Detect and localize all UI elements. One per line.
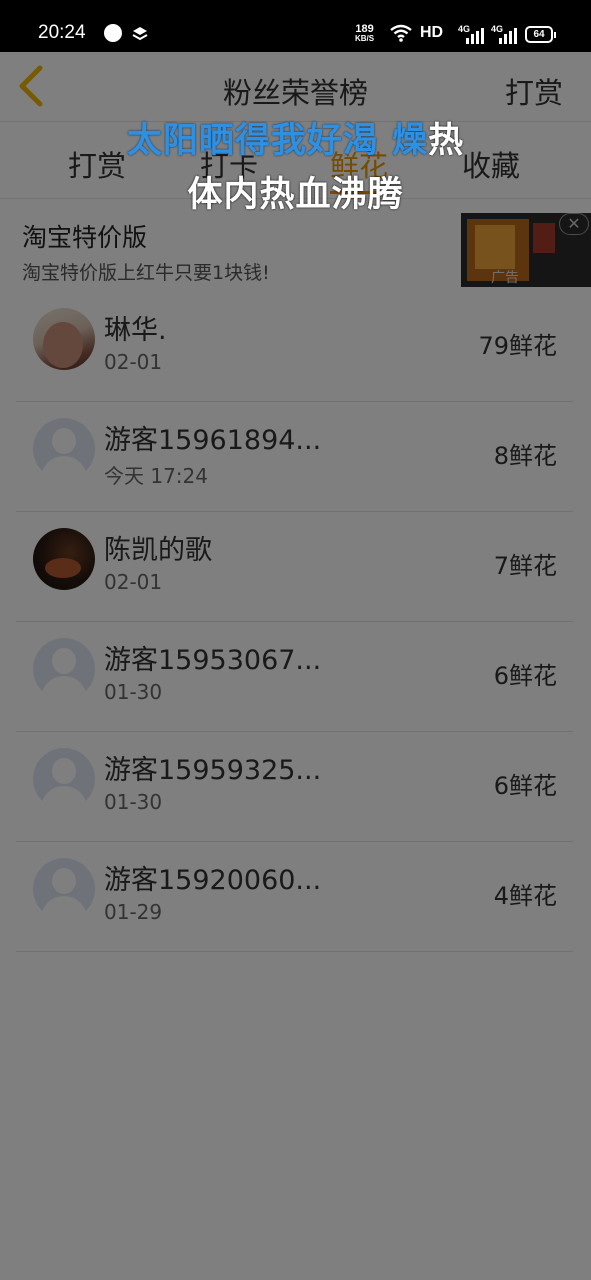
globe-icon	[104, 24, 122, 42]
lyric-unsung-part: 热	[428, 121, 465, 161]
lyric-line-current[interactable]: 太阳晒得我好渴 燥热	[0, 112, 591, 163]
status-time: 20:24	[38, 22, 86, 43]
dim-overlay[interactable]	[0, 52, 591, 1280]
status-bar: 20:24 189 KB/S HD 4G 4G 64	[0, 0, 591, 52]
signal-bars-1-icon	[466, 28, 484, 44]
signal-bars-2-icon	[499, 28, 517, 44]
lyric-line-next[interactable]: 体内热血沸腾	[0, 166, 591, 217]
lyric-sung-part: 太阳晒得我好渴 燥	[126, 121, 429, 161]
layers-icon	[132, 27, 148, 41]
battery-icon: 64	[525, 26, 556, 43]
network-speed: 189 KB/S	[355, 23, 375, 44]
hd-indicator: HD	[420, 24, 444, 41]
wifi-icon	[390, 24, 412, 42]
